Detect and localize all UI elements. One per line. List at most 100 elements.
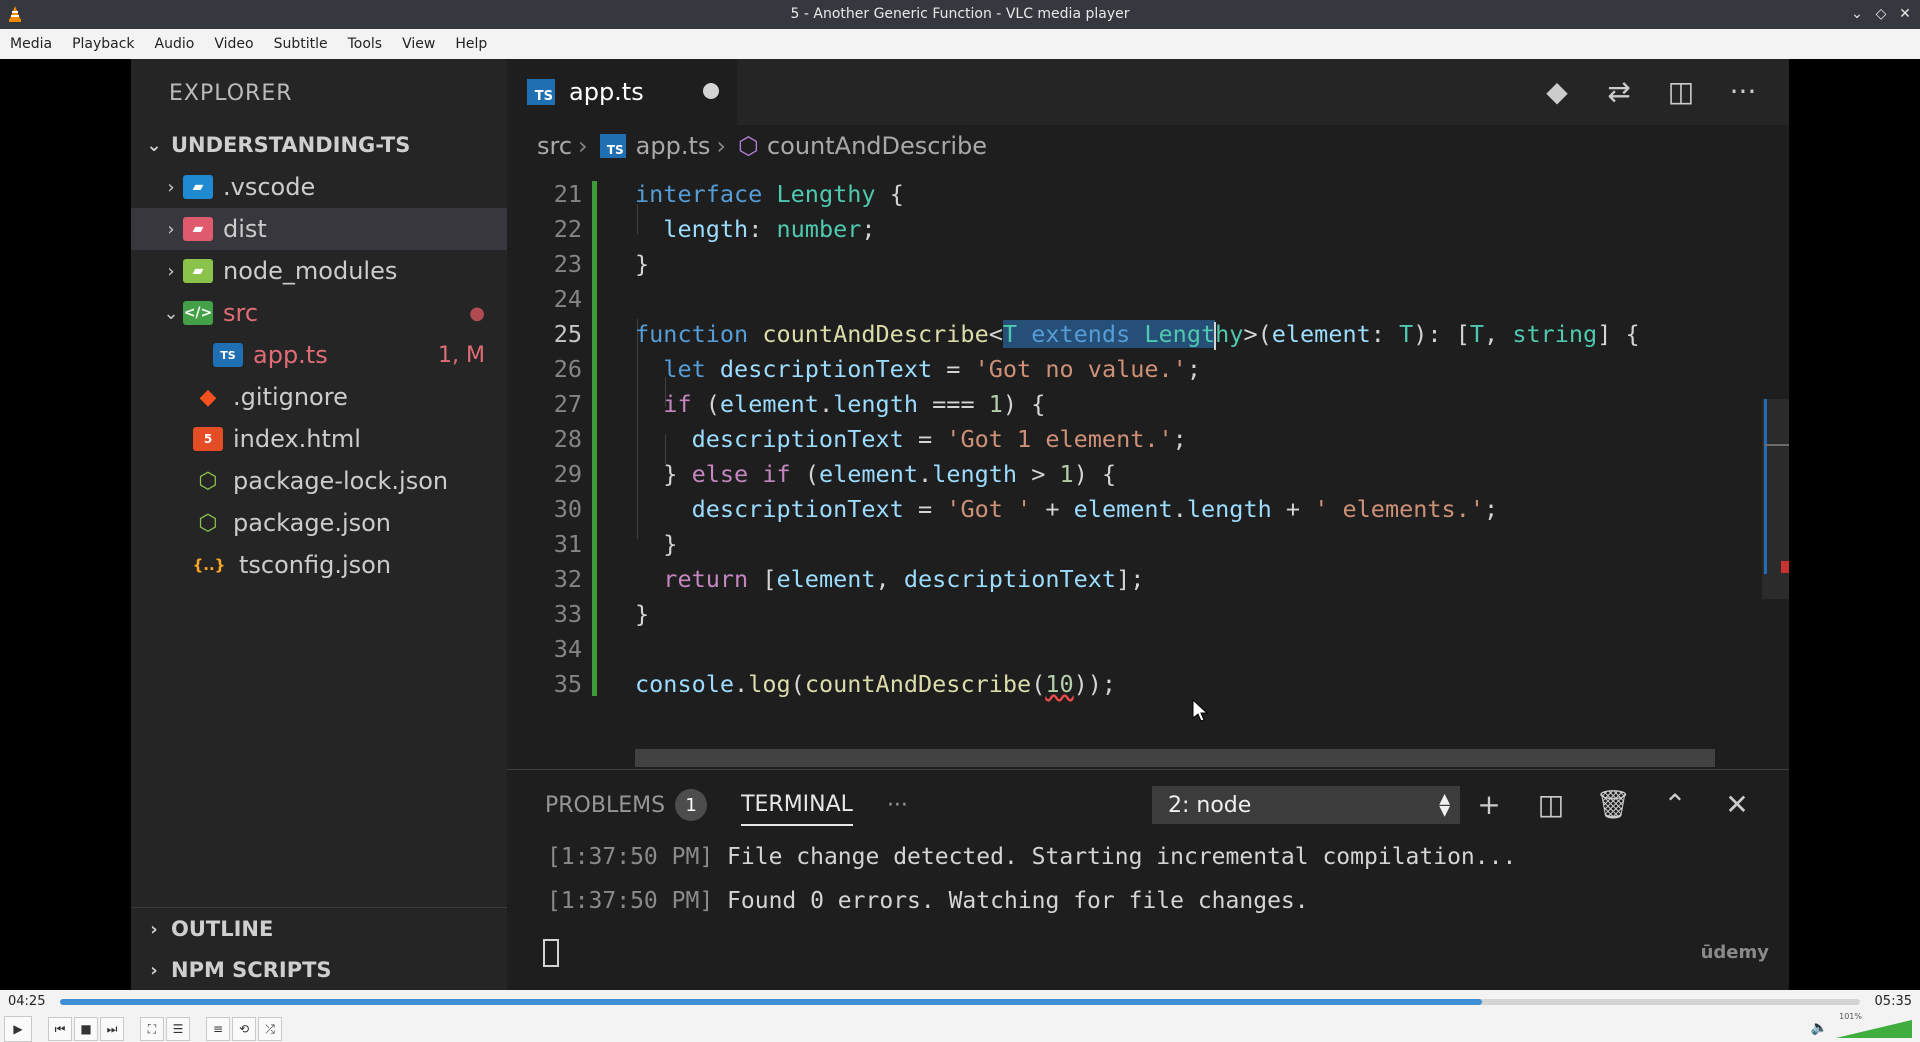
problems-badge: 1, M bbox=[438, 342, 485, 368]
menu-tools[interactable]: Tools bbox=[338, 36, 393, 52]
next-button[interactable]: ⏭ bbox=[100, 1017, 124, 1041]
udemy-watermark: ūdemy bbox=[1700, 942, 1769, 963]
editor-area: TS app.ts ◆ ⇄ ◫ ··· src › TS app.ts › ⬡ … bbox=[507, 59, 1789, 990]
tree-item-index-html: 5 index.html bbox=[131, 418, 507, 460]
next-icon: ⏭ bbox=[106, 1021, 118, 1036]
breadcrumb-file: app.ts bbox=[635, 132, 711, 160]
explorer-sidebar: EXPLORER ⌄ UNDERSTANDING-TS › ▰ .vscode … bbox=[131, 59, 507, 990]
tab-app-ts: TS app.ts bbox=[507, 59, 737, 125]
stop-button[interactable]: ■ bbox=[74, 1017, 98, 1041]
menu-bar: Media Playback Audio Video Subtitle Tool… bbox=[0, 29, 1920, 60]
playlist-button[interactable]: ≡ bbox=[206, 1017, 230, 1041]
previous-button[interactable]: ⏮ bbox=[48, 1017, 72, 1041]
html-file-icon: 5 bbox=[193, 427, 223, 451]
folder-dist-icon: ▰ bbox=[183, 217, 213, 241]
tree-item-label: index.html bbox=[233, 425, 361, 453]
breadcrumb: src › TS app.ts › ⬡ countAndDescribe bbox=[507, 125, 1789, 167]
previous-icon: ⏮ bbox=[54, 1021, 66, 1036]
close-icon[interactable]: ✕ bbox=[1896, 4, 1914, 24]
chevron-down-icon: ⌄ bbox=[163, 302, 179, 324]
video-area[interactable]: EXPLORER ⌄ UNDERSTANDING-TS › ▰ .vscode … bbox=[0, 59, 1920, 990]
vscode-screen: EXPLORER ⌄ UNDERSTANDING-TS › ▰ .vscode … bbox=[131, 59, 1789, 990]
folder-node-icon: ▰ bbox=[183, 259, 213, 283]
problems-count-badge: 1 bbox=[675, 789, 708, 821]
shuffle-button[interactable]: ⤮ bbox=[258, 1017, 282, 1041]
tab-label: app.ts bbox=[569, 78, 644, 106]
tree-item-package-json: ⬡ package.json bbox=[131, 502, 507, 544]
tree-item-vscode: › ▰ .vscode bbox=[131, 166, 507, 208]
tree-item-dist: › ▰ dist bbox=[131, 208, 507, 250]
loop-button[interactable]: ⟲ bbox=[232, 1017, 256, 1041]
chevron-right-icon: › bbox=[150, 959, 158, 981]
chevron-right-icon: › bbox=[578, 132, 588, 160]
outline-label: OUTLINE bbox=[171, 917, 274, 941]
tab-terminal-label: TERMINAL bbox=[741, 791, 853, 817]
open-changes-icon: ⇄ bbox=[1607, 74, 1631, 108]
chevron-up-icon: ⌃ bbox=[1663, 787, 1687, 821]
volume-slider[interactable] bbox=[1834, 1016, 1914, 1040]
playlist-icon: ≡ bbox=[212, 1022, 224, 1036]
tree-item-label: .vscode bbox=[223, 173, 316, 201]
fullscreen-button[interactable]: ⛶ bbox=[140, 1017, 164, 1041]
folder-vscode-icon: ▰ bbox=[183, 175, 213, 199]
outline-section: › OUTLINE bbox=[131, 907, 507, 950]
menu-help[interactable]: Help bbox=[445, 36, 497, 52]
play-button[interactable]: ▶ bbox=[4, 1016, 32, 1042]
extended-settings-button[interactable]: ☰ bbox=[166, 1017, 190, 1041]
more-actions-icon: ··· bbox=[1729, 74, 1757, 108]
seek-progress bbox=[60, 999, 1482, 1005]
tab-problems: PROBLEMS 1 bbox=[545, 785, 708, 825]
tree-item-label: dist bbox=[223, 215, 267, 243]
chevron-down-icon: ⌄ bbox=[146, 134, 162, 156]
tree-item-label: node_modules bbox=[223, 257, 398, 285]
git-file-icon: ◆ bbox=[199, 384, 217, 410]
trash-icon: 🗑 bbox=[1595, 787, 1631, 821]
editor-tabs: TS app.ts ◆ ⇄ ◫ ··· bbox=[507, 59, 1789, 125]
chevron-right-icon: › bbox=[167, 260, 175, 282]
tree-item-app-ts: TS app.ts 1, M bbox=[131, 334, 507, 376]
horizontal-scrollbar bbox=[635, 749, 1715, 767]
chevron-right-icon: › bbox=[167, 176, 175, 198]
select-arrows-icon: ▲ ▼ bbox=[1439, 791, 1450, 819]
tree-item-label: src bbox=[223, 299, 259, 327]
mouse-pointer-icon bbox=[1192, 699, 1209, 722]
menu-video[interactable]: Video bbox=[204, 36, 263, 52]
split-editor-icon: ◫ bbox=[1667, 74, 1695, 108]
chevron-right-icon: › bbox=[716, 132, 726, 160]
breadcrumb-symbol: countAndDescribe bbox=[766, 132, 987, 160]
terminal-line: [1:37:50 PM] File change detected. Start… bbox=[547, 844, 1517, 870]
menu-subtitle[interactable]: Subtitle bbox=[264, 36, 338, 52]
terminal-cursor bbox=[543, 939, 559, 967]
typescript-file-icon: TS bbox=[527, 79, 555, 105]
maximize-icon[interactable]: ◇ bbox=[1872, 4, 1890, 24]
terminal-line: [1:37:50 PM] Found 0 errors. Watching fo… bbox=[547, 888, 1309, 914]
npm-scripts-label: NPM SCRIPTS bbox=[171, 958, 332, 982]
unsaved-dot-icon bbox=[703, 83, 719, 99]
error-marker bbox=[1781, 561, 1789, 573]
speaker-icon[interactable]: 🔈 bbox=[1811, 1020, 1828, 1036]
modified-dot-icon: ● bbox=[469, 302, 485, 324]
menu-audio[interactable]: Audio bbox=[145, 36, 205, 52]
menu-view[interactable]: View bbox=[392, 36, 445, 52]
time-elapsed: 04:25 bbox=[8, 994, 46, 1009]
menu-playback[interactable]: Playback bbox=[62, 36, 144, 52]
tree-item-src: ⌄ </> src ● bbox=[131, 292, 507, 334]
tree-item-label: package-lock.json bbox=[233, 467, 449, 495]
tab-problems-label: PROBLEMS bbox=[545, 792, 666, 818]
code-view: 21 interface Lengthy { 22 length: number;… bbox=[553, 180, 1640, 698]
window-titlebar: 5 - Another Generic Function - VLC media… bbox=[0, 0, 1920, 29]
minimize-icon[interactable]: ⌄ bbox=[1848, 4, 1866, 24]
seek-bar[interactable] bbox=[60, 999, 1860, 1005]
breadcrumb-src: src bbox=[537, 132, 573, 160]
tree-item-label: tsconfig.json bbox=[239, 551, 392, 579]
tree-item-label: app.ts bbox=[253, 341, 328, 369]
tree-item-gitignore: ◆ .gitignore bbox=[131, 376, 507, 418]
project-header: ⌄ UNDERSTANDING-TS bbox=[131, 124, 507, 166]
close-panel-icon: ✕ bbox=[1725, 787, 1749, 821]
explorer-title: EXPLORER bbox=[169, 81, 293, 106]
split-terminal-icon: ◫ bbox=[1537, 787, 1565, 821]
chevron-right-icon: › bbox=[150, 918, 158, 940]
tree-item-package-lock: ⬡ package-lock.json bbox=[131, 460, 507, 502]
menu-media[interactable]: Media bbox=[0, 36, 62, 52]
terminal-select-value: 2: node bbox=[1168, 792, 1252, 818]
